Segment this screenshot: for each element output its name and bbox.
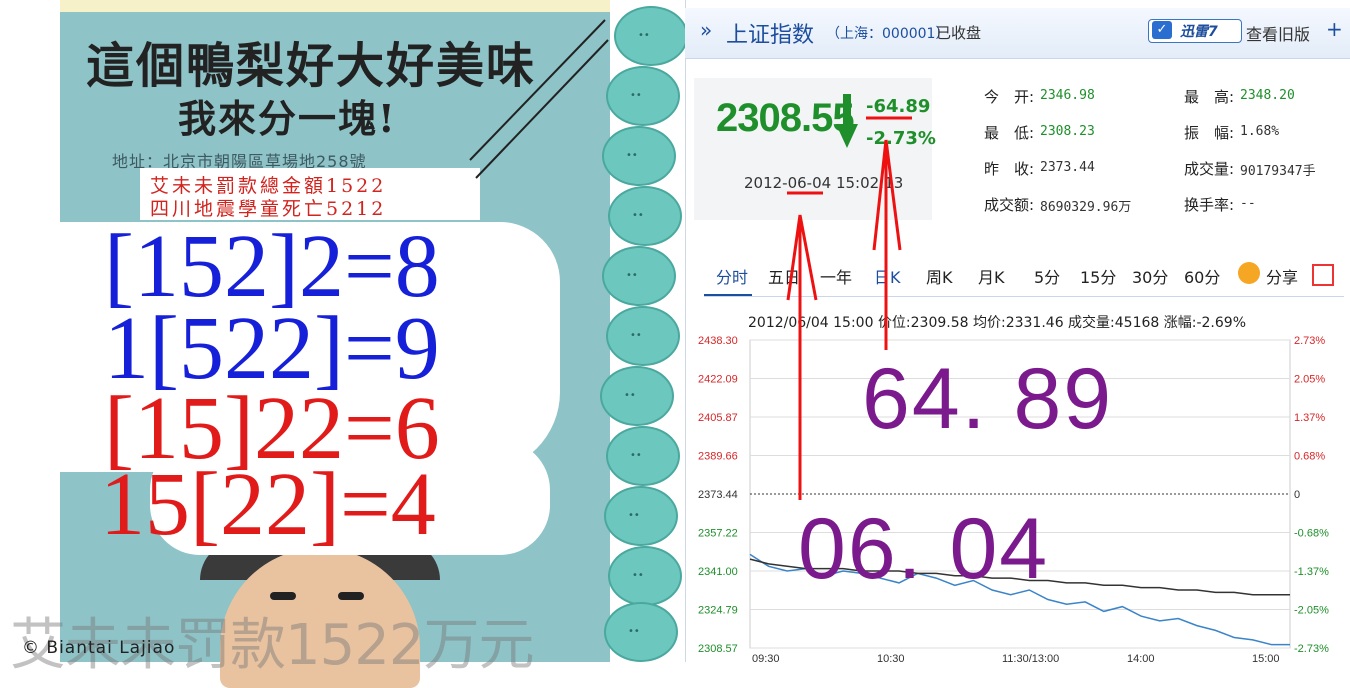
red-annotation-overlay bbox=[469, 19, 912, 500]
overlay-change-number: 64. 89 bbox=[862, 351, 1114, 447]
change-arrow-head bbox=[872, 139, 888, 251]
overlay-date-number: 06. 04 bbox=[798, 501, 1050, 597]
date-arrow-head bbox=[786, 214, 802, 301]
pointer-line-1 bbox=[469, 19, 606, 161]
pointer-line-2 bbox=[475, 39, 609, 179]
change-arrow bbox=[884, 139, 902, 350]
date-arrow bbox=[798, 214, 818, 500]
